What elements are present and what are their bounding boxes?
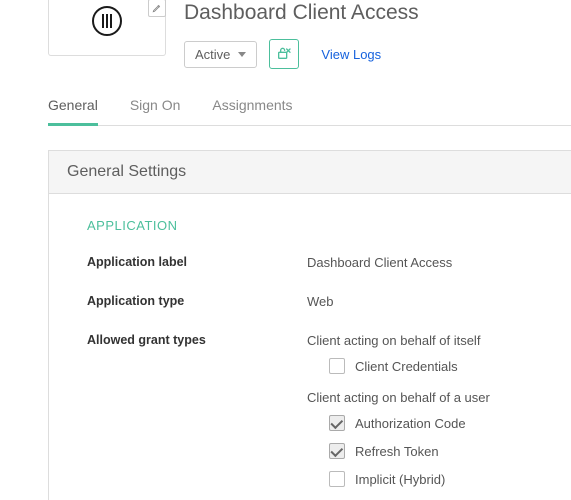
field-label: Application label [87,255,307,269]
checkbox-label: Refresh Token [355,444,439,459]
field-application-type: Application type Web [87,294,571,309]
grant-types-block: Client acting on behalf of itself Client… [307,333,571,499]
lock-button[interactable] [269,39,299,69]
app-header: Dashboard Client Access Active [0,0,571,69]
checkbox-row-client-credentials[interactable]: Client Credentials [329,358,571,374]
checkbox-label: Client Credentials [355,359,458,374]
status-label: Active [195,47,230,62]
lock-toggle-icon [276,45,292,64]
checkbox-icon [329,415,345,431]
view-logs-link[interactable]: View Logs [321,47,381,62]
title-column: Dashboard Client Access Active [184,0,571,69]
edit-logo-button[interactable] [148,0,166,17]
field-value: Web [307,294,571,309]
page-title: Dashboard Client Access [184,0,571,25]
panel-body: APPLICATION Application label Dashboard … [49,194,571,500]
checkbox-label: Implicit (Hybrid) [355,472,445,487]
general-settings-panel: General Settings APPLICATION Application… [48,150,571,500]
tab-assignments[interactable]: Assignments [212,97,292,126]
title-actions: Active View Logs [184,39,571,69]
field-value: Dashboard Client Access [307,255,571,270]
status-dropdown[interactable]: Active [184,41,257,68]
app-logo-icon [92,6,122,36]
pencil-icon [152,3,162,13]
checkbox-row-implicit-hybrid[interactable]: Implicit (Hybrid) [329,471,571,487]
tab-sign-on[interactable]: Sign On [130,97,181,126]
tab-general[interactable]: General [48,97,98,126]
chevron-down-icon [238,52,246,57]
grant-heading-user: Client acting on behalf of a user [307,390,571,405]
section-label-application: APPLICATION [87,218,571,233]
field-application-label: Application label Dashboard Client Acces… [87,255,571,270]
app-settings-page: Dashboard Client Access Active [0,0,571,500]
app-logo-box [48,0,166,56]
checkbox-label: Authorization Code [355,416,466,431]
checkbox-icon [329,443,345,459]
checkbox-icon [329,471,345,487]
grant-heading-self: Client acting on behalf of itself [307,333,571,348]
tabs: General Sign On Assignments [48,97,571,126]
checkbox-row-refresh-token[interactable]: Refresh Token [329,443,571,459]
field-label: Application type [87,294,307,308]
checkbox-icon [329,358,345,374]
field-grant-types: Allowed grant types Client acting on beh… [87,333,571,499]
panel-title: General Settings [49,151,571,194]
field-label: Allowed grant types [87,333,307,347]
checkbox-row-authorization-code[interactable]: Authorization Code [329,415,571,431]
